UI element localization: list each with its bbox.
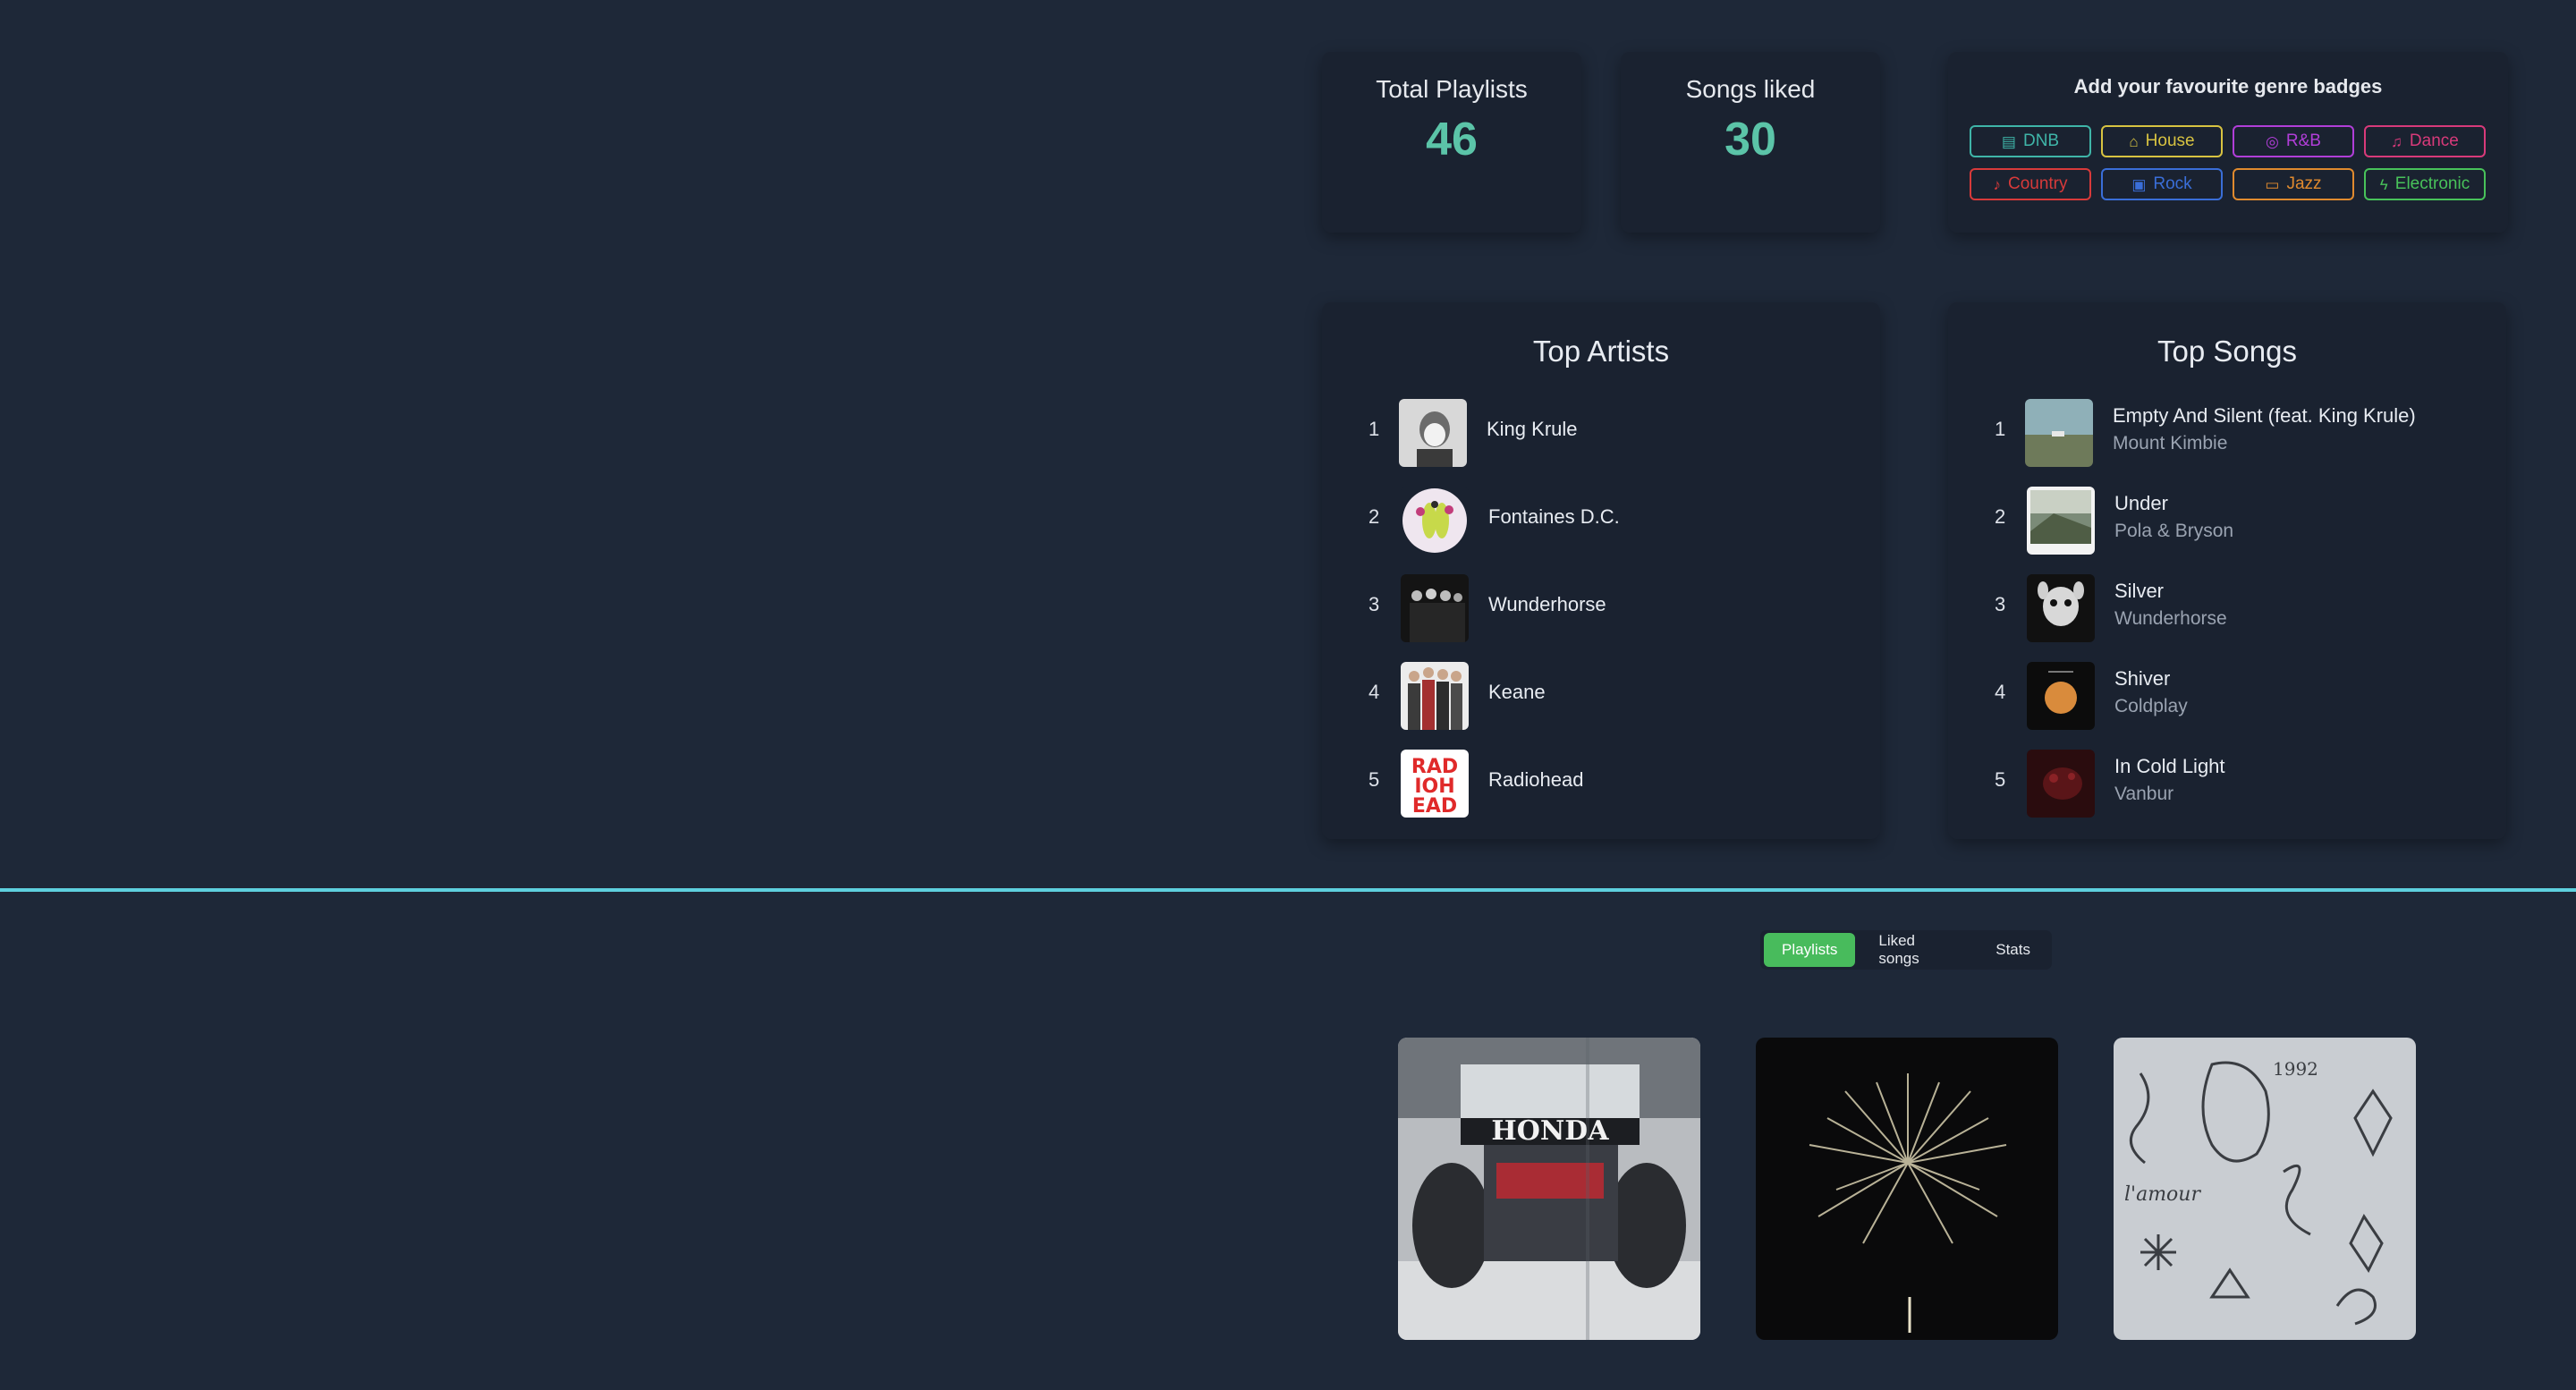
vinyl-icon: ◎	[2266, 132, 2279, 150]
dancer-icon: ♫	[2391, 132, 2402, 150]
app-root: Total Playlists 46 Songs liked 30 Add yo…	[0, 0, 2576, 1390]
artist-row[interactable]: 1 King Krule	[1322, 388, 1880, 476]
artist-row[interactable]: 3 Wunderhorse	[1322, 564, 1880, 651]
genre-badge-label: DNB	[2022, 131, 2060, 150]
artist-name: Keane	[1488, 681, 1546, 703]
genre-badge-grid: ▤ DNB ⌂ House ◎ R&B ♫ Dance ♪ Country ▣ Rock ▭ Jazz ϟ E…	[1970, 125, 2492, 200]
artist-rank: 4	[1368, 681, 1380, 703]
home-icon: ⌂	[2129, 132, 2139, 150]
song-cover	[2027, 574, 2095, 642]
artist-image	[1399, 399, 1467, 467]
speaker-icon: ▣	[2131, 175, 2147, 193]
song-artist: Vanbur	[2114, 784, 2174, 804]
song-title: Silver	[2114, 580, 2165, 602]
playlist-cover-1[interactable]: HONDA	[1398, 1038, 1700, 1340]
artist-image	[1401, 487, 1469, 555]
piano-icon: ▭	[2265, 175, 2280, 193]
artist-image: RAD IOH EAD	[1401, 750, 1469, 818]
profile-tabs: Playlists Liked songs Stats	[1760, 930, 2052, 970]
genre-badge-house[interactable]: ⌂ House	[2101, 125, 2223, 157]
artist-rank: 2	[1368, 505, 1380, 528]
fireworks-image	[1756, 1038, 2058, 1340]
genre-badges-card: Add your favourite genre badges ▤ DNB ⌂ Hou…	[1948, 52, 2508, 233]
artist-name: Wunderhorse	[1488, 593, 1606, 615]
artist-rank: 3	[1368, 593, 1380, 615]
song-cover	[2025, 399, 2093, 467]
top-artists-title: Top Artists	[1532, 335, 1670, 368]
genre-badge-label: Electronic	[2394, 174, 2470, 193]
genre-badge-label: House	[2145, 131, 2195, 150]
song-row[interactable]: 4 Shiver Coldplay	[1948, 651, 2506, 739]
svg-text:l'amour: l'amour	[2124, 1183, 2201, 1206]
song-cover	[2027, 750, 2095, 818]
genre-badge-dnb[interactable]: ▤ DNB	[1970, 125, 2091, 157]
genre-badges-title: Add your favourite genre badges	[2073, 75, 2383, 97]
song-rank: 4	[1995, 681, 2006, 703]
artist-name: Radiohead	[1488, 768, 1584, 791]
playlist-cover-2[interactable]	[1756, 1038, 2058, 1340]
song-title: In Cold Light	[2114, 755, 2225, 777]
song-row[interactable]: 3 Silver Wunderhorse	[1948, 564, 2506, 651]
song-rank: 5	[1995, 768, 2006, 791]
song-artist: Wunderhorse	[2114, 608, 2227, 629]
tab-liked-songs[interactable]: Liked songs	[1860, 932, 1972, 967]
artist-row[interactable]: 2 Fontaines D.C.	[1322, 476, 1880, 564]
song-artist: Pola & Bryson	[2114, 521, 2234, 541]
guitar-icon: ♪	[1993, 175, 2001, 193]
artist-image	[1401, 662, 1469, 730]
tab-stats[interactable]: Stats	[1978, 933, 2048, 967]
top-artists-card: Top Artists 1 King Krule 2 Fontaines D.C…	[1322, 302, 1880, 839]
song-title: Under	[2114, 492, 2168, 514]
top-songs-title: Top Songs	[2157, 335, 2297, 368]
genre-badge-r-b[interactable]: ◎ R&B	[2233, 125, 2354, 157]
song-title: Empty And Silent (feat. King Krule)	[2113, 404, 2416, 427]
tab-playlists[interactable]: Playlists	[1764, 933, 1856, 967]
honda-car-image: HONDA	[1398, 1038, 1700, 1340]
genre-badge-country[interactable]: ♪ Country	[1970, 168, 2091, 200]
songs-liked-label: Songs liked	[1685, 75, 1816, 103]
genre-badge-jazz[interactable]: ▭ Jazz	[2233, 168, 2354, 200]
genre-badge-dance[interactable]: ♫ Dance	[2364, 125, 2486, 157]
genre-badge-rock[interactable]: ▣ Rock	[2101, 168, 2223, 200]
svg-text:1992: 1992	[2273, 1058, 2318, 1080]
song-rank: 2	[1995, 505, 2006, 528]
artist-name: King Krule	[1487, 418, 1578, 440]
genre-badge-label: R&B	[2285, 131, 2321, 150]
artist-row[interactable]: 5 RAD IOH EAD Radiohead	[1322, 739, 1880, 826]
song-cover	[2027, 487, 2095, 555]
song-artist: Mount Kimbie	[2113, 433, 2228, 453]
drum-icon: ▤	[2001, 132, 2016, 150]
artist-rank: 1	[1368, 418, 1380, 440]
svg-text:EAD: EAD	[1412, 795, 1457, 818]
playlist-cover-3[interactable]: 1992 l'amour	[2114, 1038, 2416, 1340]
radiohead-logo-image: RADIOHEAD	[1401, 750, 1469, 818]
artist-rank: 5	[1368, 768, 1380, 791]
artist-name: Fontaines D.C.	[1488, 505, 1620, 528]
genre-badge-label: Dance	[2409, 131, 2459, 150]
artist-row[interactable]: 4 Keane	[1322, 651, 1880, 739]
song-row[interactable]: 5 In Cold Light Vanbur	[1948, 739, 2506, 826]
total-playlists-label: Total Playlists	[1376, 75, 1528, 103]
genre-badge-electronic[interactable]: ϟ Electronic	[2364, 168, 2486, 200]
song-row[interactable]: 2 Under Pola & Bryson	[1948, 476, 2506, 564]
songs-liked-value: 30	[1724, 114, 1776, 165]
svg-text:HONDA: HONDA	[1491, 1115, 1609, 1147]
songs-liked-card: Songs liked 30	[1621, 52, 1880, 233]
top-songs-card: Top Songs 1 Empty And Silent (feat. King…	[1948, 302, 2506, 839]
genre-badge-label: Rock	[2153, 174, 2192, 193]
bolt-icon: ϟ	[2379, 175, 2388, 193]
total-playlists-value: 46	[1426, 114, 1478, 165]
tattoo-sketch-image: 1992 l'amour	[2114, 1038, 2416, 1340]
song-artist: Coldplay	[2114, 696, 2188, 716]
total-playlists-card: Total Playlists 46	[1322, 52, 1581, 233]
song-rank: 3	[1995, 593, 2006, 615]
genre-badge-label: Country	[2007, 174, 2068, 193]
song-title: Shiver	[2114, 667, 2171, 690]
genre-badge-label: Jazz	[2286, 174, 2322, 193]
song-row[interactable]: 1 Empty And Silent (feat. King Krule) Mo…	[1948, 388, 2506, 476]
song-rank: 1	[1995, 418, 2006, 440]
section-divider	[0, 888, 2576, 892]
artist-image	[1401, 574, 1469, 642]
song-cover	[2027, 662, 2095, 730]
